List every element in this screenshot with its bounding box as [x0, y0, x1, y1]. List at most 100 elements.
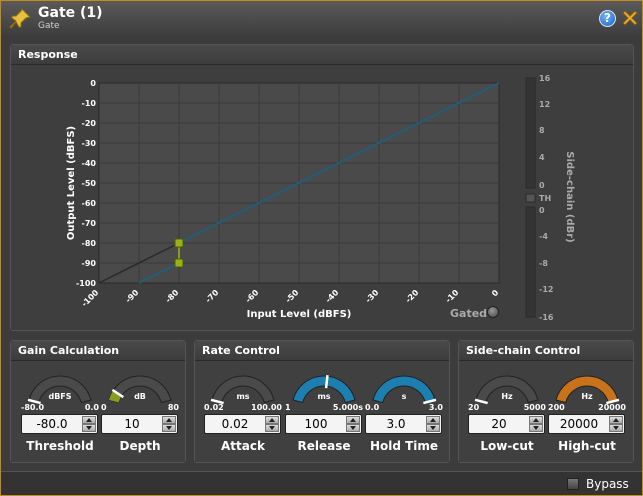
threshold-decrement-button[interactable]: [82, 424, 96, 432]
attack-spinbox[interactable]: 0.02: [204, 414, 281, 434]
depth-value[interactable]: 10: [102, 415, 162, 433]
x-tick-label: -80: [164, 288, 181, 305]
hold-decrement-button[interactable]: [426, 424, 440, 432]
y-tick-label: -40: [82, 159, 97, 168]
attack-increment-button[interactable]: [265, 416, 279, 424]
y-axis-title: Output Level (dBFS): [66, 126, 77, 240]
bypass-checkbox[interactable]: [567, 478, 579, 490]
y-tick-label: -100: [76, 279, 96, 288]
lowcut-unit: Hz: [501, 392, 513, 401]
sidechain-meter-upper: [525, 77, 536, 189]
release-spin-buttons: [346, 416, 360, 432]
hold-label: Hold Time: [369, 439, 439, 453]
attack-spin-buttons: [265, 416, 279, 432]
lowcut-spinbox[interactable]: 20: [468, 414, 545, 434]
attack-value[interactable]: 0.02: [205, 415, 265, 433]
lowcut-increment-button[interactable]: [529, 416, 543, 424]
gated-indicator: [487, 306, 499, 318]
sidechain-tick-label: 0: [539, 206, 545, 215]
sidechain-tick-label: -4: [539, 232, 548, 241]
x-tick-label: -50: [284, 288, 301, 305]
sidechain-tick-label: 12: [539, 100, 550, 109]
transfer-chart[interactable]: 0-10-20-30-40-50-60-70-80-90-100-100 -90-…: [1, 1, 643, 331]
threshold-handle[interactable]: [174, 238, 184, 248]
lowcut-min-label: 20: [468, 403, 480, 412]
highcut-value[interactable]: 20000: [549, 415, 609, 433]
bottom-bar: Bypass: [1, 471, 642, 495]
release-min-label: 1: [285, 403, 291, 412]
threshold-min-label: -80.0: [21, 403, 45, 412]
x-tick-label: -20: [404, 288, 421, 305]
rate-control-header: Rate Control: [195, 341, 449, 361]
hold-value[interactable]: 3.0: [366, 415, 426, 433]
threshold-label: Threshold: [26, 439, 94, 453]
attack-label: Attack: [221, 439, 265, 453]
attack-control: ms 0.02 100.00 0.02 Attack: [204, 374, 282, 464]
threshold-increment-button[interactable]: [82, 416, 96, 424]
release-value[interactable]: 100: [286, 415, 346, 433]
y-tick-label: -70: [82, 219, 97, 228]
release-knob-pointer: [324, 375, 329, 389]
depth-increment-button[interactable]: [162, 416, 176, 424]
depth-unit: dB: [134, 392, 146, 401]
sidechain-tick-label: -16: [539, 313, 554, 322]
highcut-max-label: 20000: [598, 403, 626, 412]
sidechain-tick-label: 0: [539, 181, 545, 190]
sidechain-control-header: Side-chain Control: [459, 341, 633, 361]
threshold-spinbox[interactable]: -80.0: [21, 414, 98, 434]
y-tick-label: 0: [90, 79, 96, 88]
sidechain-meter-lower: [525, 206, 536, 318]
x-tick-label: -10: [444, 288, 461, 305]
release-decrement-button[interactable]: [346, 424, 360, 432]
y-tick-label: -90: [82, 259, 97, 268]
y-tick-label: -80: [82, 239, 97, 248]
highcut-increment-button[interactable]: [609, 416, 623, 424]
highcut-decrement-button[interactable]: [609, 424, 623, 432]
hold-spinbox[interactable]: 3.0: [365, 414, 442, 434]
release-spinbox[interactable]: 100: [285, 414, 362, 434]
y-tick-label: -20: [82, 119, 97, 128]
x-tick-label: -90: [124, 288, 141, 305]
threshold-value[interactable]: -80.0: [22, 415, 82, 433]
plugin-window: Gate (1) Gate ? Response 0 -10 -20 -30 -40 -5…: [0, 0, 643, 496]
lowcut-decrement-button[interactable]: [529, 424, 543, 432]
threshold-control: dBFS -80.0 0.0 -80.0 Threshold: [21, 374, 99, 464]
threshold-max-label: 0.0: [84, 403, 99, 412]
low-cut-control: Hz 20 5000 20 Low-cut: [468, 374, 546, 464]
y-tick-label: -60: [82, 199, 97, 208]
lowcut-max-label: 5000: [523, 403, 546, 412]
highcut-spinbox[interactable]: 20000: [548, 414, 625, 434]
y-tick-label: -50: [82, 179, 97, 188]
attack-max-label: 100.00: [251, 403, 282, 412]
x-tick-label: -60: [244, 288, 261, 305]
attack-decrement-button[interactable]: [265, 424, 279, 432]
release-control: ms 1 5.000s 100 Release: [285, 374, 363, 464]
sidechain-tick-label: -8: [539, 259, 548, 268]
hold-spin-buttons: [426, 416, 440, 432]
depth-max-label: 80: [167, 403, 179, 412]
depth-decrement-button[interactable]: [162, 424, 176, 432]
hold-increment-button[interactable]: [426, 416, 440, 424]
sidechain-axis-title: Side-chain (dBr): [564, 151, 575, 242]
x-axis-title: Input Level (dBFS): [247, 309, 352, 320]
sidechain-tick-label: 4: [539, 153, 545, 162]
highcut-label: High-cut: [558, 439, 616, 453]
release-unit: ms: [317, 392, 331, 401]
highcut-unit: Hz: [581, 392, 593, 401]
lowcut-value[interactable]: 20: [469, 415, 529, 433]
y-tick-label: -10: [82, 99, 97, 108]
sidechain-tick-label: 8: [539, 126, 545, 135]
lowcut-label: Low-cut: [480, 439, 534, 453]
depth-handle[interactable]: [174, 258, 184, 268]
attack-min-label: 0.02: [204, 403, 224, 412]
gated-label: Gated: [450, 307, 488, 320]
attack-unit: ms: [236, 392, 250, 401]
hold-min-label: 0.0: [365, 403, 380, 412]
release-max-label: 5.000s: [332, 403, 363, 412]
depth-spinbox[interactable]: 10: [101, 414, 178, 434]
threshold-unit: dBFS: [48, 392, 72, 401]
release-increment-button[interactable]: [346, 416, 360, 424]
hold-unit: s: [401, 392, 407, 401]
depth-spin-buttons: [162, 416, 176, 432]
hold-time-control: s 0.0 3.0 3.0 Hold Time: [365, 374, 443, 464]
